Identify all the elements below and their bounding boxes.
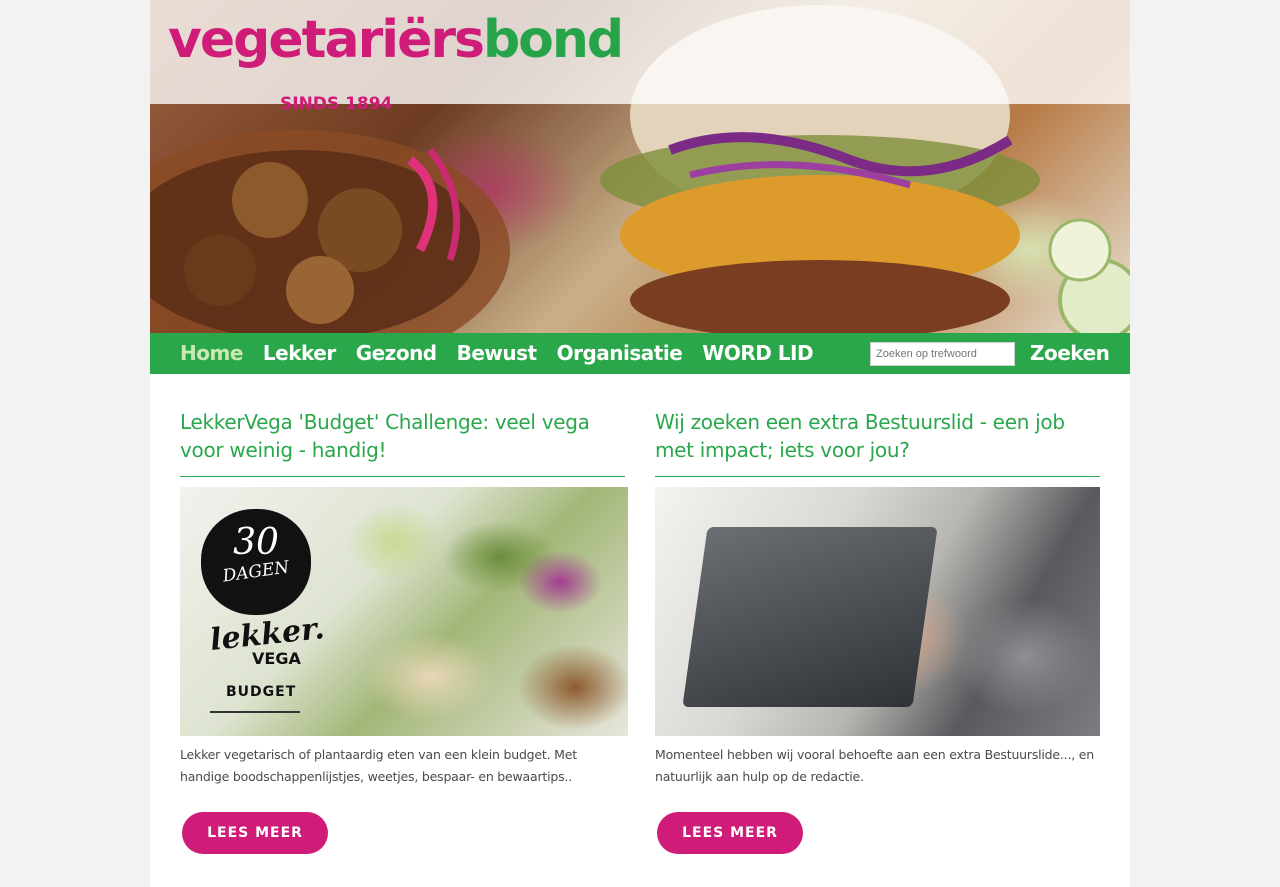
nav-item-lekker[interactable]: Lekker [263,333,336,374]
site-logo[interactable]: vegetariërsbond SINDS 1894 [168,10,624,114]
budget-caption: BUDGET [226,684,297,700]
logo-text-green: bond [482,10,624,70]
search-button[interactable]: Zoeken [1026,333,1113,374]
challenge-badge: 30 DAGEN [201,509,311,615]
article-card-budget-challenge: LekkerVega 'Budget' Challenge: veel vega… [180,408,628,854]
nav-item-bewust[interactable]: Bewust [457,333,538,374]
article-excerpt: Lekker vegetarisch of plantaardig eten v… [180,747,577,784]
article-excerpt: Momenteel hebben wij vooral behoefte aan… [655,747,1094,784]
laptop-shape [682,527,938,707]
nav-item-home[interactable]: Home [180,333,243,374]
caption-divider [210,711,300,713]
nav-item-gezond[interactable]: Gezond [356,333,437,374]
article-title[interactable]: LekkerVega 'Budget' Challenge: veel vega… [180,408,625,477]
logo-subtitle: SINDS 1894 [280,94,393,114]
nav-item-word-lid[interactable]: WORD LID [702,333,813,374]
main-navigation: Home Lekker Gezond Bewust Organisatie WO… [150,333,1130,374]
laptop-typing-image [655,487,1100,736]
nav-items: Home Lekker Gezond Bewust Organisatie WO… [180,333,814,374]
read-more-button[interactable]: LEES MEER [182,812,328,854]
lekker-vega-sub: VEGA [252,649,301,668]
article-image[interactable]: 30 DAGEN lekker. VEGA BUDGET [180,487,628,736]
page: vegetariërsbond SINDS 1894 Home Lekker G… [150,0,1130,887]
nav-item-organisatie[interactable]: Organisatie [557,333,683,374]
article-title[interactable]: Wij zoeken een extra Bestuurslid - een j… [655,408,1100,477]
read-more-button[interactable]: LEES MEER [657,812,803,854]
article-image[interactable] [655,487,1100,736]
logo-text-pink: vegetariërs [168,10,485,70]
hero-banner-image: vegetariërsbond SINDS 1894 [150,0,1130,333]
search-input[interactable] [870,342,1015,366]
food-bowls-image: 30 DAGEN lekker. VEGA BUDGET [180,487,628,736]
article-card-bestuurslid: Wij zoeken een extra Bestuurslid - een j… [655,408,1100,854]
